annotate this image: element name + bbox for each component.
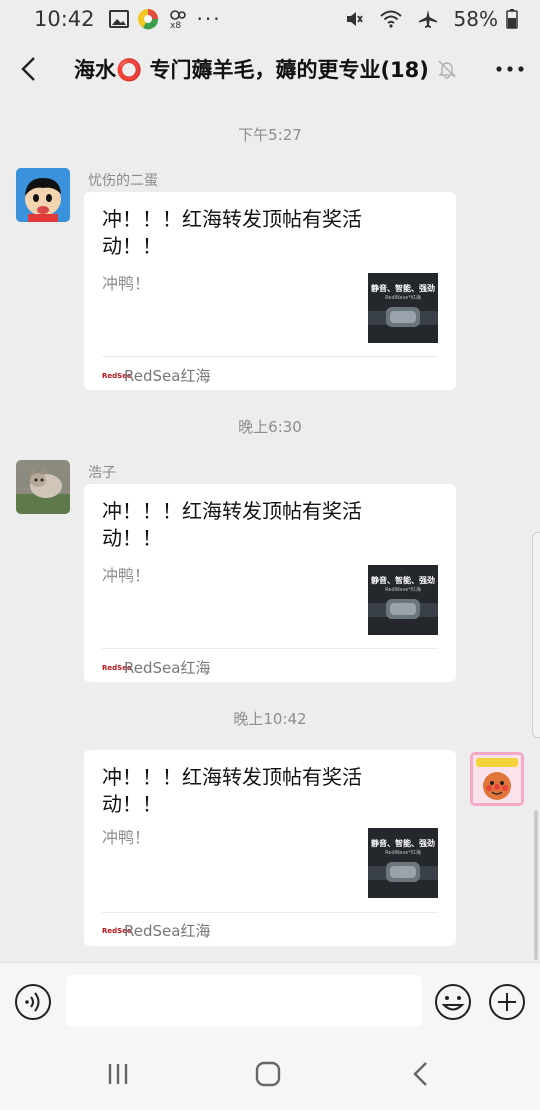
gallery-icon xyxy=(108,10,129,28)
message-timestamp: 晚上6:30 xyxy=(238,418,302,436)
message-timestamp: 下午5:27 xyxy=(238,126,302,144)
card-description: 冲鸭！ xyxy=(102,828,151,847)
card-title: 冲！！！红海转发顶帖有奖活动！！ xyxy=(102,765,362,816)
voice-icon xyxy=(15,984,51,1020)
plus-icon xyxy=(489,984,525,1020)
emoji-icon xyxy=(435,984,471,1020)
chat-title: 海水⭕ 专门薅羊毛，薅的更专业(18) xyxy=(74,58,429,82)
back-nav-button[interactable] xyxy=(400,1058,440,1090)
mute-icon xyxy=(344,9,364,29)
thumbnail-caption: 静音、智能、强劲 xyxy=(371,284,435,293)
sender-name: 浩子 xyxy=(88,465,116,481)
card-description: 冲鸭！ xyxy=(102,274,151,293)
chevron-left-icon xyxy=(21,57,35,81)
card-source: RedSea RedSea红海 xyxy=(102,657,210,678)
thumbnail-caption: 静音、智能、强劲 xyxy=(371,839,435,848)
my-avatar[interactable] xyxy=(470,752,524,806)
thumbnail-subcaption: RedWave*红海 xyxy=(385,295,421,301)
status-time: 10:42 xyxy=(34,7,95,31)
card-thumbnail: 静音、智能、强劲 RedWave*红海 xyxy=(368,565,438,635)
link-card[interactable]: 冲！！！红海转发顶帖有奖活动！！ 冲鸭！ 静音、智能、强劲 RedWave*红海… xyxy=(84,192,456,390)
thumbnail-caption: 静音、智能、强劲 xyxy=(371,576,435,585)
thumbnail-subcaption: RedWave*红海 xyxy=(385,850,421,856)
redsea-logo-icon: RedSea xyxy=(102,663,132,672)
status-bar: 10:42 x8 ··· 58% xyxy=(0,0,540,38)
system-nav-bar xyxy=(0,1040,540,1110)
wifi-icon xyxy=(379,10,402,28)
card-source: RedSea RedSea红海 xyxy=(102,920,210,941)
notification-icon: x8 xyxy=(167,8,189,30)
more-notifications-icon: ··· xyxy=(196,7,222,31)
chat-header: 海水⭕ 专门薅羊毛，薅的更专业(18) xyxy=(0,38,540,100)
emoji-button[interactable] xyxy=(434,983,472,1021)
card-source: RedSea RedSea红海 xyxy=(102,365,210,386)
message-list[interactable]: 下午5:27 忧伤的二蛋 冲！！！红海转发顶帖有奖活动！！ 冲鸭！ 静音、智能、… xyxy=(0,100,540,962)
recent-apps-icon xyxy=(108,1064,128,1084)
more-icon xyxy=(496,66,524,72)
card-thumbnail: 静音、智能、强劲 RedWave*红海 xyxy=(368,828,438,898)
thumbnail-subcaption: RedWave*红海 xyxy=(385,587,421,593)
link-card[interactable]: 冲！！！红海转发顶帖有奖活动！！ 冲鸭！ 静音、智能、强劲 RedWave*红海… xyxy=(84,750,456,946)
card-source-name: RedSea红海 xyxy=(124,922,211,940)
redsea-logo-icon: RedSea xyxy=(102,371,132,380)
voice-button[interactable] xyxy=(14,983,52,1021)
scrollbar[interactable] xyxy=(534,810,538,960)
card-divider xyxy=(102,648,438,649)
redsea-logo-icon: RedSea xyxy=(102,926,132,935)
card-source-name: RedSea红海 xyxy=(124,367,211,385)
card-divider xyxy=(102,912,438,913)
sender-name: 忧伤的二蛋 xyxy=(88,173,158,189)
recent-apps-button[interactable] xyxy=(98,1058,138,1090)
avatar[interactable] xyxy=(16,168,70,222)
app-notification-icon xyxy=(137,8,159,30)
input-bar xyxy=(0,962,540,1040)
home-icon xyxy=(255,1061,281,1087)
svg-text:x8: x8 xyxy=(170,21,181,30)
home-button[interactable] xyxy=(248,1058,288,1090)
edge-panel-handle[interactable] xyxy=(532,532,540,738)
more-functions-button[interactable] xyxy=(488,983,526,1021)
battery-percent: 58% xyxy=(453,7,498,31)
card-description: 冲鸭！ xyxy=(102,566,151,585)
message-input[interactable] xyxy=(66,975,422,1027)
card-divider xyxy=(102,356,438,357)
card-source-name: RedSea红海 xyxy=(124,659,211,677)
back-button[interactable] xyxy=(0,38,56,100)
link-card[interactable]: 冲！！！红海转发顶帖有奖活动！！ 冲鸭！ 静音、智能、强劲 RedWave*红海… xyxy=(84,484,456,682)
card-title: 冲！！！红海转发顶帖有奖活动！！ xyxy=(102,207,362,258)
avatar[interactable] xyxy=(16,460,70,514)
battery-icon xyxy=(506,9,518,29)
card-thumbnail: 静音、智能、强劲 RedWave*红海 xyxy=(368,273,438,343)
airplane-mode-icon xyxy=(418,9,438,29)
back-nav-icon xyxy=(413,1062,427,1086)
message-timestamp: 晚上10:42 xyxy=(233,710,307,728)
card-title: 冲！！！红海转发顶帖有奖活动！！ xyxy=(102,499,362,550)
muted-bell-icon xyxy=(434,59,460,79)
more-options-button[interactable] xyxy=(480,38,540,100)
